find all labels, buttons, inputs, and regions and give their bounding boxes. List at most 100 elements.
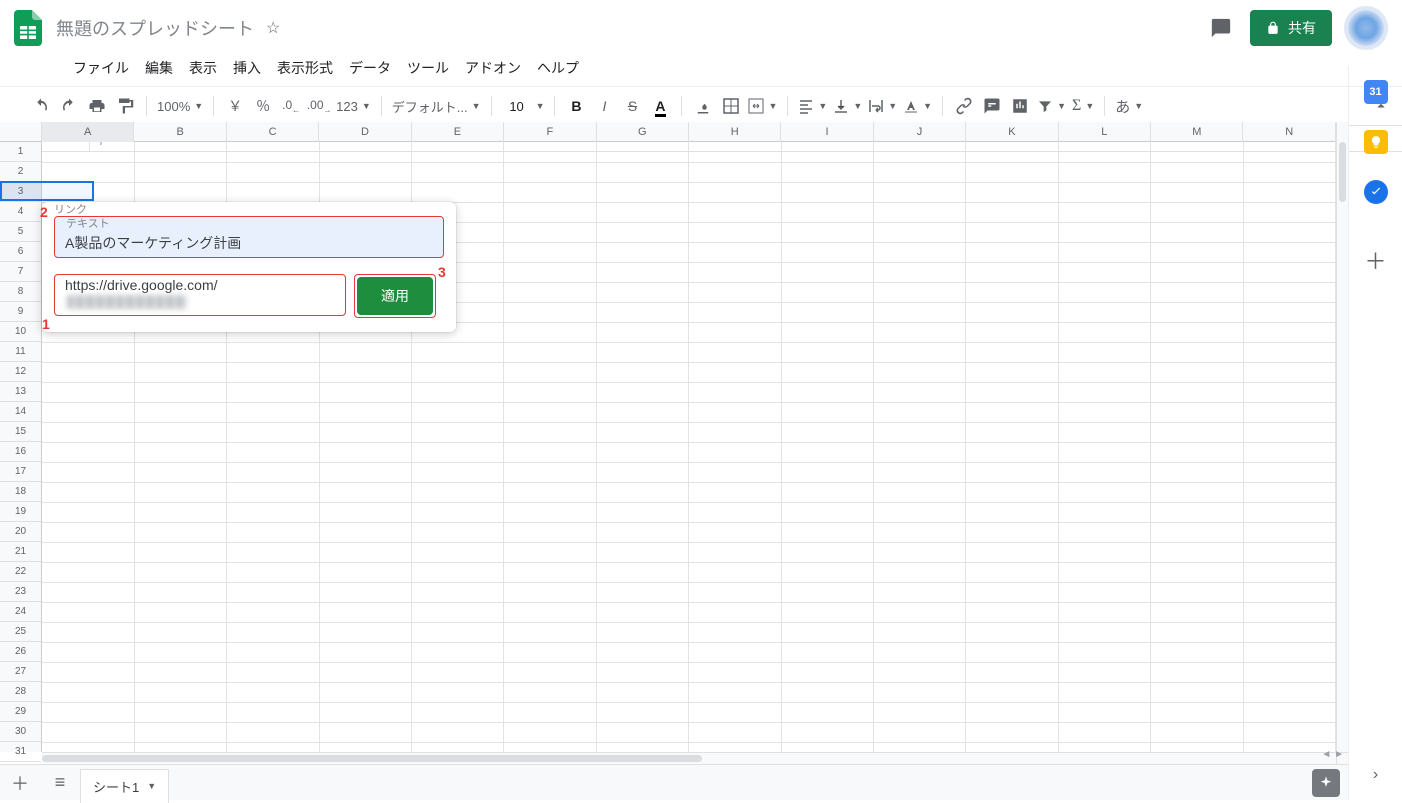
column-headers[interactable]: ABCDEFGHIJKLMN: [42, 122, 1336, 142]
col-header-F[interactable]: F: [504, 122, 596, 142]
tasks-addon-icon[interactable]: [1364, 180, 1388, 204]
link-text-field[interactable]: テキスト: [54, 216, 444, 258]
percent-button[interactable]: ％: [250, 93, 276, 119]
apply-button[interactable]: 適用: [357, 277, 433, 315]
explore-button[interactable]: [1312, 769, 1340, 797]
col-header-K[interactable]: K: [966, 122, 1058, 142]
col-header-J[interactable]: J: [874, 122, 966, 142]
text-color-button[interactable]: A: [647, 93, 673, 119]
menu-ヘルプ[interactable]: ヘルプ: [530, 56, 586, 80]
row-header-9[interactable]: 9: [0, 302, 41, 322]
col-header-H[interactable]: H: [689, 122, 781, 142]
all-sheets-button[interactable]: ≡: [40, 765, 80, 801]
sheet-nav-arrows[interactable]: ◄ ►: [1321, 749, 1344, 760]
menu-データ[interactable]: データ: [342, 56, 398, 80]
col-header-A[interactable]: A: [42, 122, 134, 142]
insert-link-button[interactable]: [951, 93, 977, 119]
link-url-value[interactable]: https://drive.google.com/: [65, 277, 335, 309]
merge-cells-button[interactable]: ▼: [746, 98, 779, 114]
row-header-6[interactable]: 6: [0, 242, 41, 262]
sheet-tab-1[interactable]: シート1▼: [80, 769, 169, 803]
row-header-21[interactable]: 21: [0, 542, 41, 562]
row-header-27[interactable]: 27: [0, 662, 41, 682]
input-tools-button[interactable]: あ▼: [1113, 96, 1145, 117]
col-header-L[interactable]: L: [1059, 122, 1151, 142]
font-size-dropdown[interactable]: 10▼: [500, 99, 547, 114]
row-header-16[interactable]: 16: [0, 442, 41, 462]
vertical-scrollbar[interactable]: [1336, 122, 1348, 752]
comments-icon[interactable]: [1208, 15, 1234, 41]
row-headers[interactable]: 1234567891011121314151617181920212223242…: [0, 142, 42, 752]
col-header-E[interactable]: E: [412, 122, 504, 142]
row-header-17[interactable]: 17: [0, 462, 41, 482]
row-header-30[interactable]: 30: [0, 722, 41, 742]
menu-表示形式[interactable]: 表示形式: [270, 56, 340, 80]
row-header-19[interactable]: 19: [0, 502, 41, 522]
link-url-field[interactable]: リンク https://drive.google.com/: [54, 274, 346, 316]
menu-ツール[interactable]: ツール: [400, 56, 456, 80]
account-avatar[interactable]: [1348, 10, 1384, 46]
menu-アドオン[interactable]: アドオン: [458, 56, 528, 80]
hide-sidepanel-button[interactable]: ›: [1373, 766, 1378, 784]
strikethrough-button[interactable]: S: [619, 93, 645, 119]
row-header-5[interactable]: 5: [0, 222, 41, 242]
col-header-M[interactable]: M: [1151, 122, 1243, 142]
currency-button[interactable]: ￥: [222, 93, 248, 119]
vertical-scrollbar-thumb[interactable]: [1339, 142, 1346, 202]
filter-button[interactable]: ▼: [1035, 98, 1068, 114]
select-all-corner[interactable]: [0, 122, 42, 142]
row-header-15[interactable]: 15: [0, 422, 41, 442]
row-header-4[interactable]: 4: [0, 202, 41, 222]
zoom-dropdown[interactable]: 100%▼: [155, 99, 205, 114]
row-header-10[interactable]: 10: [0, 322, 41, 342]
horizontal-align-button[interactable]: ▼: [796, 98, 829, 114]
calendar-addon-icon[interactable]: 31: [1364, 80, 1388, 104]
star-icon[interactable]: ☆: [266, 18, 280, 38]
row-header-13[interactable]: 13: [0, 382, 41, 402]
row-header-11[interactable]: 11: [0, 342, 41, 362]
row-header-14[interactable]: 14: [0, 402, 41, 422]
col-header-I[interactable]: I: [781, 122, 873, 142]
vertical-align-button[interactable]: ▼: [831, 98, 864, 114]
row-header-18[interactable]: 18: [0, 482, 41, 502]
menu-表示[interactable]: 表示: [182, 56, 224, 80]
menu-編集[interactable]: 編集: [138, 56, 180, 80]
row-header-24[interactable]: 24: [0, 602, 41, 622]
menu-挿入[interactable]: 挿入: [226, 56, 268, 80]
row-header-31[interactable]: 31: [0, 742, 41, 762]
row-header-8[interactable]: 8: [0, 282, 41, 302]
keep-addon-icon[interactable]: [1364, 130, 1388, 154]
number-format-dropdown[interactable]: 123▼: [334, 99, 373, 114]
col-header-D[interactable]: D: [319, 122, 411, 142]
sheets-logo-icon[interactable]: [8, 8, 48, 48]
insert-chart-button[interactable]: [1007, 93, 1033, 119]
redo-button[interactable]: [56, 93, 82, 119]
insert-comment-button[interactable]: [979, 93, 1005, 119]
col-header-N[interactable]: N: [1243, 122, 1335, 142]
row-header-26[interactable]: 26: [0, 642, 41, 662]
font-family-dropdown[interactable]: デフォルト...▼: [390, 97, 483, 116]
row-header-2[interactable]: 2: [0, 162, 41, 182]
col-header-G[interactable]: G: [597, 122, 689, 142]
increase-decimal-button[interactable]: .00→: [306, 93, 332, 119]
paint-format-button[interactable]: [112, 93, 138, 119]
col-header-C[interactable]: C: [227, 122, 319, 142]
document-title[interactable]: 無題のスプレッドシート: [56, 15, 254, 41]
print-button[interactable]: [84, 93, 110, 119]
bold-button[interactable]: B: [563, 93, 589, 119]
link-text-input[interactable]: [65, 235, 433, 251]
horizontal-scrollbar[interactable]: [42, 752, 1336, 764]
text-wrap-button[interactable]: ▼: [866, 98, 899, 114]
add-sheet-button[interactable]: ＋: [0, 765, 40, 801]
row-header-29[interactable]: 29: [0, 702, 41, 722]
fill-color-button[interactable]: [690, 93, 716, 119]
borders-button[interactable]: [718, 93, 744, 119]
text-rotation-button[interactable]: ▼: [901, 98, 934, 114]
row-header-28[interactable]: 28: [0, 682, 41, 702]
italic-button[interactable]: I: [591, 93, 617, 119]
horizontal-scrollbar-thumb[interactable]: [42, 755, 702, 762]
decrease-decimal-button[interactable]: .0←: [278, 93, 304, 119]
add-addon-button[interactable]: ＋: [1364, 244, 1386, 276]
row-header-1[interactable]: 1: [0, 142, 41, 162]
row-header-7[interactable]: 7: [0, 262, 41, 282]
